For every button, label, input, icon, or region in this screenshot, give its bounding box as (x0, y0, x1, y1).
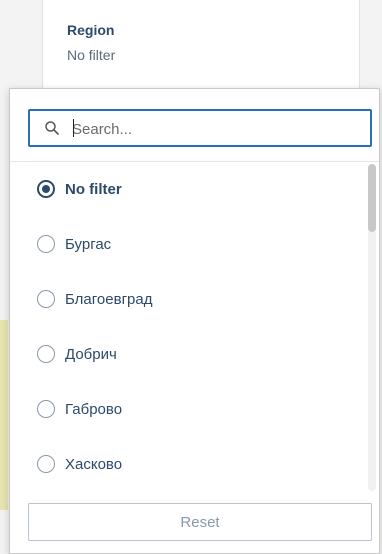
option-blagoevgrad[interactable]: Благоевград (10, 272, 368, 326)
search-box[interactable] (28, 109, 372, 147)
radio-unchecked[interactable] (37, 345, 55, 363)
radio-unchecked[interactable] (37, 235, 55, 253)
search-icon (45, 121, 59, 135)
text-caret (73, 119, 74, 137)
reset-button[interactable]: Reset (28, 503, 372, 541)
options-scrollbar[interactable] (368, 164, 376, 491)
region-dropdown: No filter Бургас Благоевград Добрич Габр… (9, 88, 380, 554)
filter-title: Region (67, 22, 115, 38)
option-label: No filter (65, 180, 122, 198)
radio-checked[interactable] (37, 180, 55, 198)
option-label: Добрич (65, 345, 117, 363)
options-list: No filter Бургас Благоевград Добрич Габр… (10, 162, 368, 488)
option-label: Бургас (65, 235, 112, 253)
option-burgas[interactable]: Бургас (10, 217, 368, 271)
region-filter-card[interactable]: Region No filter (42, 0, 360, 92)
option-label: Габрово (65, 400, 123, 418)
option-gabrovo[interactable]: Габрово (10, 382, 368, 436)
search-input[interactable] (72, 117, 362, 141)
radio-unchecked[interactable] (37, 455, 55, 473)
filter-value: No filter (67, 47, 116, 63)
radio-unchecked[interactable] (37, 400, 55, 418)
option-no-filter[interactable]: No filter (10, 162, 368, 216)
scroll-thumb[interactable] (368, 164, 376, 232)
option-dobrich[interactable]: Добрич (10, 327, 368, 381)
option-label: Хасково (65, 455, 123, 473)
option-label: Благоевград (65, 290, 153, 308)
app-stage: Region No filter No filter Бургас Б (0, 0, 382, 554)
map-edge (0, 320, 8, 510)
radio-unchecked[interactable] (37, 290, 55, 308)
option-haskovo[interactable]: Хасково (10, 437, 368, 488)
